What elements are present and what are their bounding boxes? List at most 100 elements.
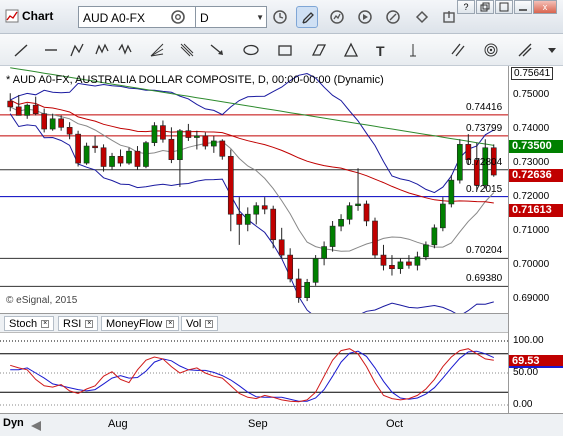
stochastic-chart[interactable] xyxy=(0,333,508,413)
help-button[interactable]: ? xyxy=(457,0,475,14)
interval-select[interactable]: D ▼ xyxy=(195,6,267,28)
tab-stoch[interactable]: Stoch × xyxy=(4,316,55,331)
level-label: 0.72804 xyxy=(466,156,503,168)
restore-button[interactable] xyxy=(476,0,494,14)
triangle-tool[interactable] xyxy=(340,39,362,61)
price-tick-label: 0.69000 xyxy=(513,293,550,305)
price-tick-label: 0.72000 xyxy=(513,191,550,203)
cycle-tool[interactable] xyxy=(480,39,502,61)
drawing-toolbar: T xyxy=(0,34,563,66)
symbol-input[interactable]: AUD A0-FX xyxy=(78,6,210,28)
maximize-button[interactable] xyxy=(495,0,513,14)
fan-icon xyxy=(150,43,164,57)
arrow-tool[interactable] xyxy=(206,39,228,61)
candle-body xyxy=(261,205,268,210)
horizontal-line-icon xyxy=(45,49,57,51)
candle-body xyxy=(448,179,455,205)
dynamic-mode-label[interactable]: Dyn xyxy=(3,417,24,429)
interval-value: D xyxy=(200,11,209,25)
diamond-icon xyxy=(311,44,327,56)
candle-body xyxy=(66,127,73,135)
clock-icon xyxy=(273,10,287,24)
candle-body xyxy=(423,244,429,258)
time-label-aug: Aug xyxy=(108,418,128,430)
candle-body xyxy=(75,133,81,164)
ellipse-icon xyxy=(243,44,259,56)
zigzag-tool[interactable] xyxy=(92,39,114,61)
replay-button[interactable] xyxy=(354,6,376,28)
candle-body xyxy=(151,125,158,143)
speed-button[interactable] xyxy=(326,6,348,28)
close-icon[interactable]: × xyxy=(166,320,175,329)
candle-body xyxy=(100,147,107,167)
close-icon[interactable]: × xyxy=(41,320,50,329)
gann-icon xyxy=(180,43,194,57)
candle-body xyxy=(227,155,234,215)
diamond-tool[interactable] xyxy=(308,39,330,61)
ellipse-tool[interactable] xyxy=(240,39,262,61)
tab-label: MoneyFlow xyxy=(106,318,163,330)
candle-body xyxy=(321,246,327,259)
tab-vol[interactable]: Vol × xyxy=(181,316,219,331)
more-tools-button[interactable] xyxy=(541,39,563,61)
text-tool[interactable]: T xyxy=(371,39,393,61)
triangle-icon xyxy=(343,42,359,57)
ma-long-line xyxy=(9,99,494,204)
candle-body xyxy=(295,278,302,298)
candle-body xyxy=(134,150,141,167)
candle-body xyxy=(15,106,22,116)
candle-body xyxy=(312,258,319,283)
candle-body xyxy=(41,113,48,130)
oscillator-axis[interactable]: 100.00 50.00 0.00 69.53 xyxy=(508,313,563,413)
candle-body xyxy=(185,130,192,138)
play-icon xyxy=(358,10,372,24)
candle-body xyxy=(24,104,31,116)
pointer-tool[interactable] xyxy=(402,39,424,61)
gann-tool[interactable] xyxy=(176,39,198,61)
wave-icon xyxy=(118,43,132,55)
candle-body xyxy=(194,135,200,138)
zigzag-tool-2[interactable] xyxy=(115,39,137,61)
draw-mode-button[interactable] xyxy=(296,6,318,28)
scroll-left-icon[interactable] xyxy=(30,421,42,431)
rectangle-tool[interactable] xyxy=(274,39,296,61)
link-icon xyxy=(386,10,400,24)
minimize-button[interactable] xyxy=(514,0,532,14)
price-flag: 0.72636 xyxy=(509,169,563,183)
line-tool[interactable] xyxy=(10,39,32,61)
price-tick-label: 0.71000 xyxy=(513,225,550,237)
gauge-icon xyxy=(330,10,344,24)
clock-button[interactable] xyxy=(269,6,291,28)
fibonacci-tool[interactable] xyxy=(514,39,536,61)
more-icon xyxy=(548,48,556,53)
tab-rsi[interactable]: RSI × xyxy=(58,316,99,331)
level-label: 0.72015 xyxy=(466,183,503,195)
level-label: 0.69380 xyxy=(466,273,503,285)
price-axis[interactable]: 0.75641 0.75000 0.74000 0.73000 0.72000 0.710… xyxy=(508,66,563,313)
tab-label: Vol xyxy=(186,318,202,330)
watermark: © eSignal, 2015 xyxy=(6,295,78,306)
symbol-settings-button[interactable] xyxy=(167,6,189,28)
settings-icon xyxy=(171,10,185,24)
cycle-icon xyxy=(484,43,498,57)
parallel-icon xyxy=(451,43,465,57)
close-icon[interactable]: × xyxy=(205,320,214,329)
tag-button[interactable] xyxy=(411,6,433,28)
tab-moneyflow[interactable]: MoneyFlow × xyxy=(101,316,180,331)
horizontal-line-tool[interactable] xyxy=(40,39,62,61)
fan-tool[interactable] xyxy=(146,39,168,61)
time-label-oct: Oct xyxy=(386,418,404,430)
candle-body xyxy=(202,135,209,147)
link-button[interactable] xyxy=(382,6,404,28)
parallel-tool[interactable] xyxy=(447,39,469,61)
time-axis[interactable]: Dyn Aug Sep Oct xyxy=(0,413,563,436)
pitchfork-tool[interactable] xyxy=(66,39,88,61)
close-icon[interactable]: × xyxy=(85,320,94,329)
arrow-icon xyxy=(210,44,223,55)
candle-body xyxy=(109,155,115,167)
close-button[interactable]: x xyxy=(533,0,557,14)
fibonacci-icon xyxy=(518,43,532,57)
price-chart[interactable]: * AUD A0-FX, AUSTRALIA DOLLAR COMPOSITE,… xyxy=(0,66,508,322)
candle-body xyxy=(440,203,446,229)
price-flag: 0.73500 xyxy=(509,140,563,154)
